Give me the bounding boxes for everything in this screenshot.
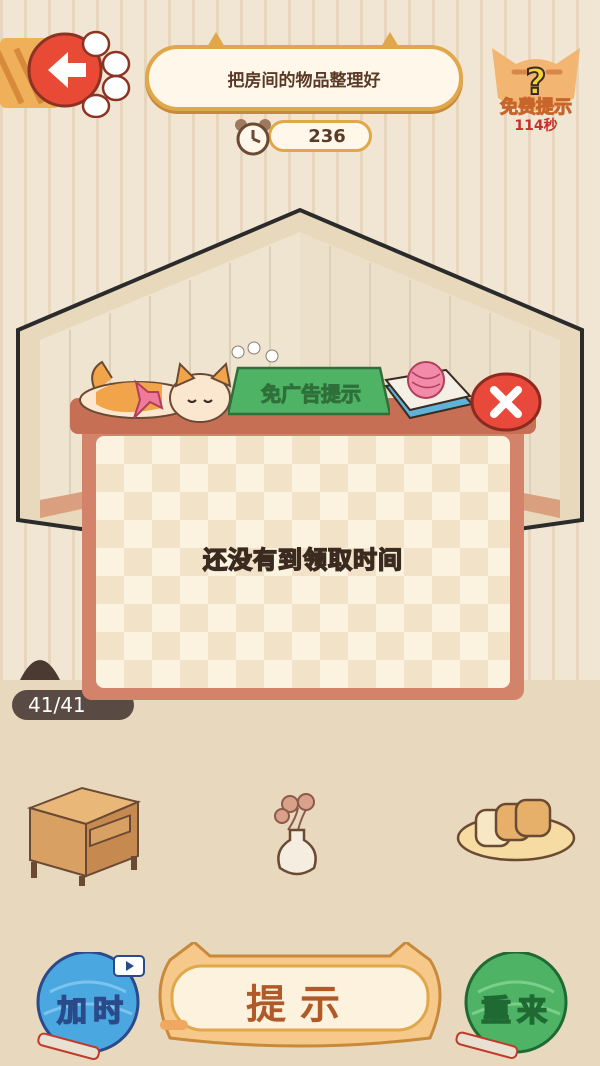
task-text: 把房间的物品整理好 <box>227 70 381 91</box>
timer-display: 236 <box>268 120 372 152</box>
task-banner: 把房间的物品整理好 <box>145 45 463 111</box>
alarm-clock-icon <box>235 119 271 156</box>
close-button[interactable] <box>468 370 544 432</box>
nightstand-item[interactable] <box>20 780 144 888</box>
modal-message: 还没有到领取时间 <box>202 545 403 575</box>
back-button[interactable] <box>0 30 140 118</box>
game-screen: 把房间的物品整理好 236 ? 免费提示 114秒 41/41 还没有到领取时间… <box>0 0 600 1066</box>
free-hint-countdown: 114秒 <box>514 118 558 134</box>
progress-text: 41/41 <box>28 693 86 717</box>
bread-plate-item[interactable] <box>454 788 578 868</box>
restart-label: 重来 <box>480 993 553 1030</box>
flower-vase-item[interactable] <box>262 790 332 880</box>
timer-value: 236 <box>308 125 346 147</box>
hint-label: 提示 <box>246 982 354 1028</box>
cat-decoration <box>79 360 232 423</box>
ad-free-label: 免广告提示 <box>261 382 362 407</box>
add-time-label: 加时 <box>56 993 129 1030</box>
books-yarn-decoration <box>384 361 472 420</box>
